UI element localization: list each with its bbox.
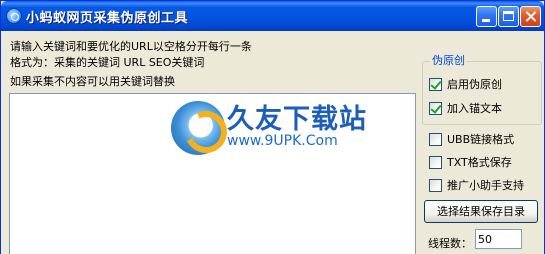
groupbox-title: 伪原创 xyxy=(430,52,467,68)
window-title: 小蚂蚁网页采集伪原创工具 xyxy=(26,11,189,26)
instruction-line-2: 格式为：采集的关键词 URL SEO关键词 xyxy=(10,56,205,69)
minimize-icon xyxy=(482,19,490,22)
maximize-button[interactable] xyxy=(498,6,519,27)
main-window: 小蚂蚁网页采集伪原创工具 请输入关键词和要优化的URL以空格分开每行一条 格式为… xyxy=(0,0,545,254)
add-anchor-text-checkbox[interactable] xyxy=(429,102,442,115)
pseudo-original-groupbox xyxy=(422,61,542,125)
thread-count-input[interactable]: 50 xyxy=(475,229,522,249)
promo-helper-label[interactable]: 推广小助手支持 xyxy=(447,179,524,192)
instruction-line-1: 请输入关键词和要优化的URL以空格分开每行一条 xyxy=(10,40,252,53)
watermark-brand: 久友下载站 xyxy=(227,104,367,135)
title-bar[interactable]: 小蚂蚁网页采集伪原创工具 xyxy=(1,1,544,31)
watermark-url: www.9UPK.Com xyxy=(227,133,338,149)
ubb-link-format-checkbox[interactable] xyxy=(429,133,442,146)
close-button[interactable] xyxy=(520,6,541,27)
ubb-link-format-label[interactable]: UBB链接格式 xyxy=(447,133,514,146)
enable-pseudo-original-label[interactable]: 启用伪原创 xyxy=(447,78,502,91)
instruction-line-3: 如果采集不内容可以用关键词替换 xyxy=(10,75,175,88)
watermark-logo-icon xyxy=(171,101,225,155)
minimize-button[interactable] xyxy=(476,6,497,27)
add-anchor-text-label[interactable]: 加入锚文本 xyxy=(447,102,502,115)
txt-format-save-label[interactable]: TXT格式保存 xyxy=(447,156,512,169)
select-save-directory-button[interactable]: 选择结果保存目录 xyxy=(424,200,538,223)
promo-helper-checkbox[interactable] xyxy=(429,179,442,192)
enable-pseudo-original-checkbox[interactable] xyxy=(429,78,442,91)
watermark-logo: 久友下载站 www.9UPK.Com xyxy=(169,95,367,157)
app-icon xyxy=(6,8,22,24)
close-icon xyxy=(521,7,540,26)
maximize-icon xyxy=(503,11,514,21)
txt-format-save-checkbox[interactable] xyxy=(429,156,442,169)
thread-count-label: 线程数： xyxy=(428,237,472,250)
